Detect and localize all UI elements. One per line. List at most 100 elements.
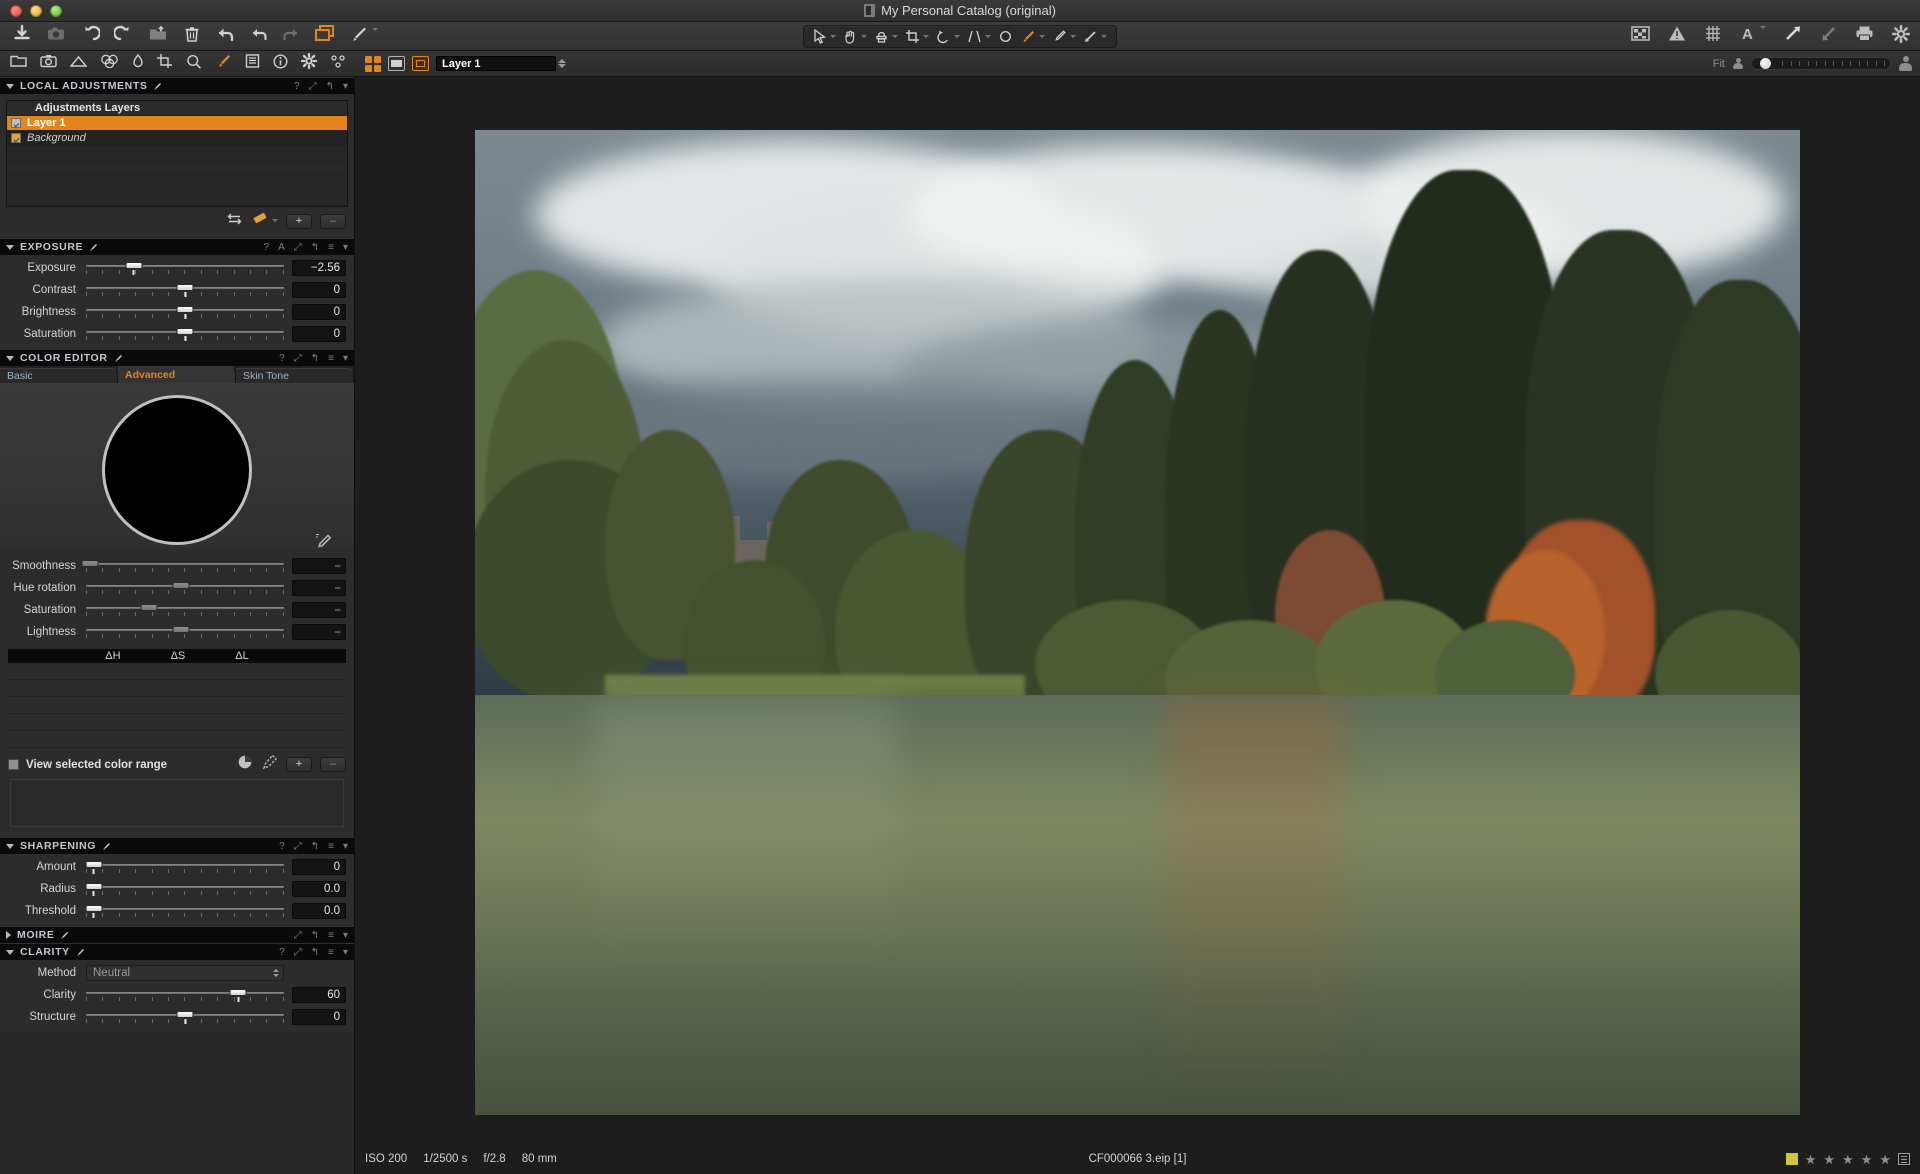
clarity-slider[interactable] xyxy=(86,986,284,1004)
chevron-down-icon[interactable]: ▾ xyxy=(343,841,348,852)
zoom-button[interactable] xyxy=(50,4,62,17)
brightness-slider[interactable] xyxy=(86,303,284,321)
print-icon[interactable] xyxy=(1855,25,1874,47)
slider-knob[interactable] xyxy=(81,560,99,567)
chevron-down-icon[interactable]: ▾ xyxy=(343,930,348,941)
disclosure-triangle-icon[interactable] xyxy=(6,244,14,250)
select-stepper-icon[interactable] xyxy=(273,969,279,977)
zoom-slider-knob[interactable] xyxy=(1760,58,1771,69)
preview-image[interactable] xyxy=(475,130,1800,1115)
remove-layer-button[interactable]: – xyxy=(320,213,346,229)
color-range-list[interactable] xyxy=(8,663,346,748)
star-rating[interactable]: ★ ★ ★ ★ ★ xyxy=(1805,1153,1891,1166)
help-icon[interactable]: ? xyxy=(279,947,285,958)
reset-icon[interactable]: ↰ xyxy=(326,81,334,92)
minimize-button[interactable] xyxy=(30,4,42,17)
slider-knob[interactable] xyxy=(140,604,158,611)
clarity-method-select[interactable]: Neutral xyxy=(86,965,284,981)
trash-icon[interactable] xyxy=(182,24,202,49)
moire-header[interactable]: MOIRE ⤢ ↰ ≡ ▾ xyxy=(0,926,354,943)
add-color-range-button[interactable]: + xyxy=(286,757,312,772)
details-icon[interactable] xyxy=(186,54,202,74)
menu-icon[interactable]: ≡ xyxy=(328,353,334,364)
color-range-row[interactable] xyxy=(8,731,346,748)
warning-icon[interactable] xyxy=(1668,25,1686,47)
rotate-right-icon[interactable] xyxy=(113,24,134,49)
color-picker-icon[interactable] xyxy=(314,533,334,556)
back-arrow-icon[interactable] xyxy=(250,25,268,48)
help-icon[interactable]: ? xyxy=(294,81,300,92)
close-button[interactable] xyxy=(10,4,22,17)
arrow-up-icon[interactable] xyxy=(1784,25,1803,47)
folder-icon[interactable] xyxy=(10,54,27,73)
slider-knob[interactable] xyxy=(85,883,103,896)
disclosure-triangle-icon[interactable] xyxy=(6,931,11,939)
structure-slider[interactable] xyxy=(86,1008,284,1026)
slider-knob[interactable] xyxy=(229,989,247,1002)
disclosure-triangle-icon[interactable] xyxy=(6,843,14,849)
slider-value[interactable]: 0.0 xyxy=(292,881,346,897)
zoom-fit-label[interactable]: Fit xyxy=(1713,58,1725,70)
tab-skin-tone[interactable]: Skin Tone xyxy=(236,368,354,383)
local-adjustments-icon[interactable] xyxy=(215,54,232,73)
disclosure-triangle-icon[interactable] xyxy=(6,83,14,89)
gradient-tool[interactable] xyxy=(1080,28,1110,45)
add-layer-button[interactable]: + xyxy=(286,213,312,229)
exposure-slider[interactable] xyxy=(86,259,284,277)
layer-row-empty[interactable] xyxy=(7,161,347,176)
gear-icon[interactable] xyxy=(1891,24,1911,48)
stamp-tool[interactable] xyxy=(871,28,901,45)
slider-value[interactable]: -- xyxy=(292,558,346,574)
expand-icon[interactable]: ⤢ xyxy=(294,353,302,364)
exposure-header[interactable]: EXPOSURE ? A ⤢ ↰ ≡ ▾ xyxy=(0,238,354,255)
exposure-icon[interactable] xyxy=(132,53,144,73)
draw-mask-tool[interactable] xyxy=(1017,28,1048,45)
invert-mask-icon[interactable] xyxy=(226,212,243,230)
layer-visibility-checkbox[interactable] xyxy=(11,133,21,143)
slider-knob[interactable] xyxy=(172,626,190,633)
tab-basic[interactable]: Basic xyxy=(0,368,118,383)
star-4[interactable]: ★ xyxy=(1861,1153,1873,1166)
forward-arrow-icon[interactable] xyxy=(282,25,300,48)
gear-icon[interactable] xyxy=(300,52,318,74)
remove-color-range-button[interactable]: – xyxy=(320,757,346,772)
slider-value[interactable]: 0 xyxy=(292,304,346,320)
color-tag[interactable] xyxy=(1785,1153,1798,1165)
capture-icon[interactable] xyxy=(46,24,66,49)
ellipse-tool[interactable] xyxy=(995,28,1016,45)
help-icon[interactable]: ? xyxy=(279,353,285,364)
hue-rotation-slider[interactable] xyxy=(86,579,284,597)
info-icon[interactable] xyxy=(273,53,288,74)
reset-icon[interactable]: ↰ xyxy=(311,353,319,364)
slider-knob[interactable] xyxy=(85,905,103,918)
export-icon[interactable] xyxy=(148,24,168,49)
layer-stepper[interactable] xyxy=(558,59,566,68)
help-icon[interactable]: ? xyxy=(279,841,285,852)
menu-icon[interactable]: ▾ xyxy=(343,81,348,92)
slider-knob[interactable] xyxy=(125,262,143,275)
reset-icon[interactable]: ↰ xyxy=(311,947,319,958)
slider-value[interactable]: 60 xyxy=(292,987,346,1003)
star-2[interactable]: ★ xyxy=(1823,1153,1835,1166)
color-wheel[interactable] xyxy=(102,395,252,545)
clarity-header[interactable]: CLARITY ? ⤢ ↰ ≡ ▾ xyxy=(0,943,354,960)
grid-view[interactable] xyxy=(365,55,381,72)
saturation-slider[interactable] xyxy=(86,325,284,343)
chevron-down-icon[interactable]: ▾ xyxy=(343,947,348,958)
star-5[interactable]: ★ xyxy=(1879,1153,1891,1166)
color-saturation-slider[interactable] xyxy=(86,601,284,619)
reset-icon[interactable]: ↰ xyxy=(311,242,319,253)
pan-tool[interactable] xyxy=(840,28,870,45)
amount-slider[interactable] xyxy=(85,858,284,876)
color-range-row[interactable] xyxy=(8,663,346,680)
batch-icon[interactable] xyxy=(330,54,347,74)
layer-row-background[interactable]: Background xyxy=(7,131,347,146)
expand-icon[interactable]: ⤢ xyxy=(294,841,302,852)
slider-value[interactable]: 0 xyxy=(292,282,346,298)
grid-icon[interactable] xyxy=(1704,25,1722,47)
undo-icon[interactable] xyxy=(216,24,236,49)
sharpening-header[interactable]: SHARPENING ? ⤢ ↰ ≡ ▾ xyxy=(0,837,354,854)
reset-icon[interactable]: ↰ xyxy=(311,930,319,941)
color-range-swatch-area[interactable] xyxy=(10,779,344,827)
expand-icon[interactable]: ⤢ xyxy=(294,947,302,958)
